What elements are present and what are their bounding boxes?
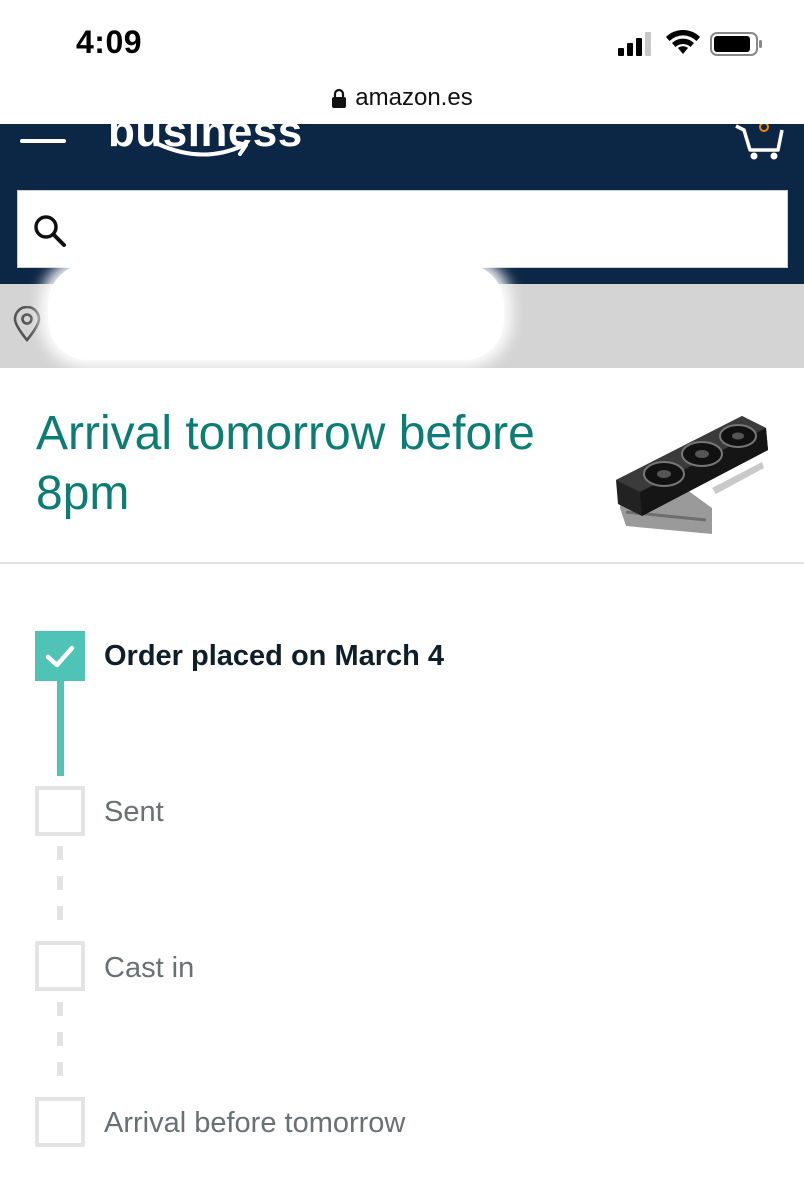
progress-line-complete [57,680,64,776]
progress-line-dash [57,1002,63,1016]
progress-line-dash [57,876,63,890]
signal-icon [618,32,651,56]
amazon-business-logo[interactable]: business [108,124,302,172]
search-icon[interactable] [32,213,68,249]
step-check-sent [35,786,85,836]
menu-icon[interactable] [20,124,66,144]
step-label-cast-in: Cast in [104,952,195,984]
status-time: 4:09 [76,24,143,60]
search-input[interactable] [78,191,778,267]
step-label-order-placed: Order placed on March 4 [104,640,445,672]
status-bar: 4:09 [0,0,804,80]
progress-line-dash [57,1062,63,1076]
lock-icon [332,88,347,108]
step-check-cast-in [35,941,85,991]
location-pin-icon [13,306,41,342]
check-icon [45,645,75,668]
logo-smile-icon [156,140,248,157]
redaction-overlay [48,264,504,360]
wifi-icon [666,30,700,54]
delivery-summary: Arrival tomorrow before 8pm [0,368,804,564]
step-label-sent: Sent [104,796,164,828]
search-box[interactable] [17,190,788,268]
shipment-tracker: Order placed on March 4 Sent Cast in Arr… [0,564,804,1200]
step-label-arrival: Arrival before tomorrow [104,1107,406,1139]
progress-line-dash [57,846,63,860]
url-text: amazon.es [355,84,473,111]
progress-line-dash [57,906,63,920]
battery-icon [710,32,762,56]
url-bar[interactable]: amazon.es [0,80,804,124]
step-check-arrival [35,1097,85,1147]
amazon-header: business [0,124,804,284]
arrival-headline: Arrival tomorrow before 8pm [36,407,535,520]
product-image[interactable] [612,388,772,534]
step-check-done [35,631,85,681]
progress-line-dash [57,1032,63,1046]
cart-icon[interactable] [734,124,784,160]
